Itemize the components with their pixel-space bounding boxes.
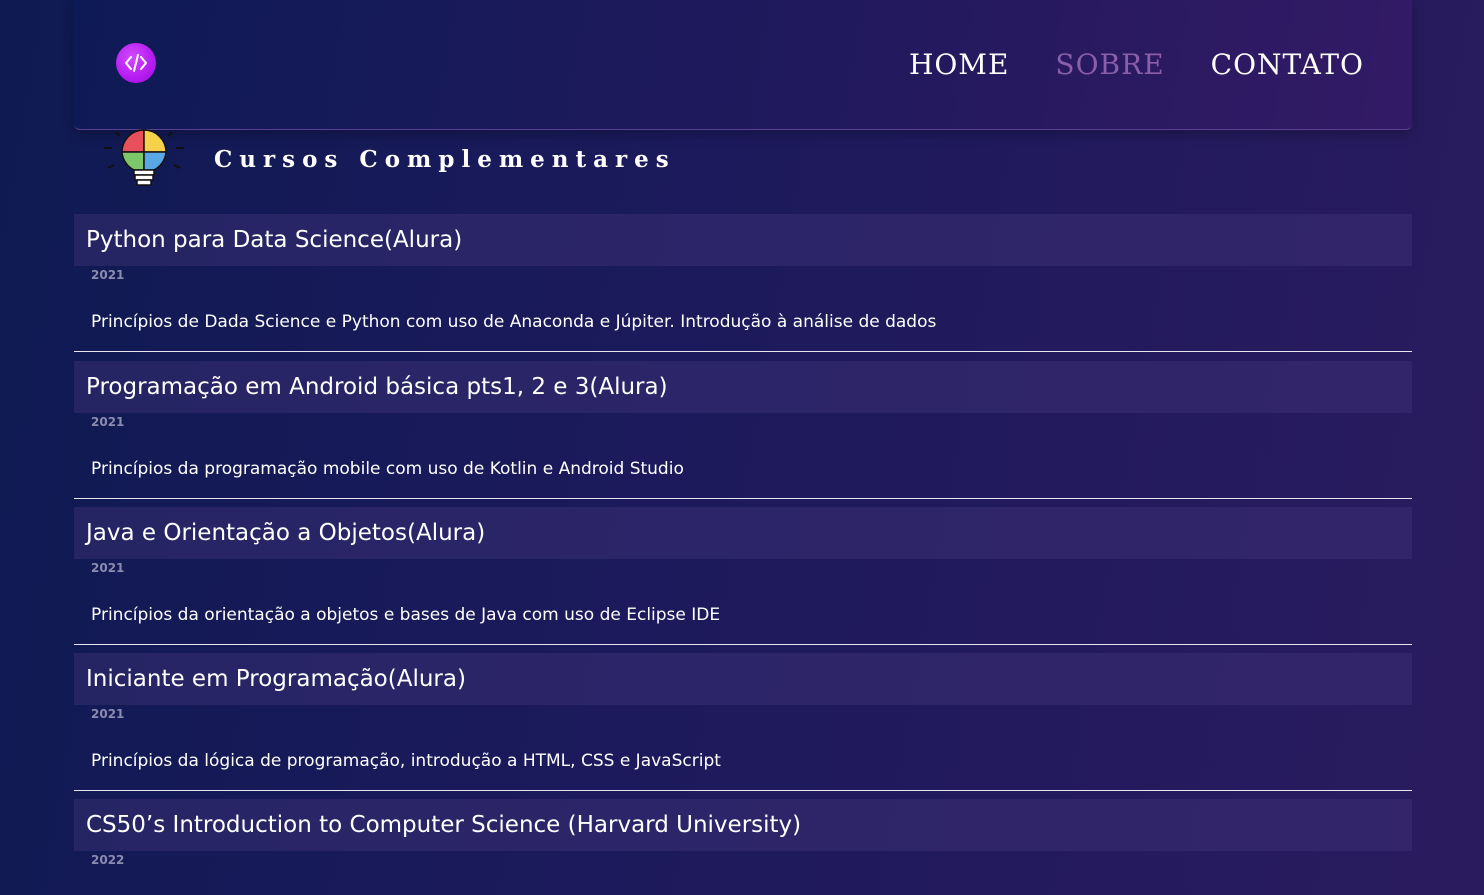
course-item: Python para Data Science(Alura) 2021 Pri… [74,214,1412,332]
course-title: Java e Orientação a Objetos(Alura) [86,520,486,546]
course-title-bar: Java e Orientação a Objetos(Alura) [74,507,1412,559]
course-item: Java e Orientação a Objetos(Alura) 2021 … [74,507,1412,625]
course-title: Programação em Android básica pts1, 2 e … [86,374,668,400]
divider [74,644,1412,645]
logo[interactable] [116,43,156,83]
course-title-bar: Programação em Android básica pts1, 2 e … [74,361,1412,413]
nav-home-link[interactable]: HOME [909,48,1009,81]
course-description: Princípios da lógica de programação, int… [91,751,721,771]
course-title: Iniciante em Programação(Alura) [86,666,466,692]
course-year: 2022 [91,853,125,867]
course-description: Princípios da orientação a objetos e bas… [91,605,721,625]
nav-sobre-link[interactable]: SOBRE [1055,48,1164,81]
course-year: 2021 [91,268,125,282]
course-title-bar: Python para Data Science(Alura) [74,214,1412,266]
header: HOME SOBRE CONTATO [74,0,1412,130]
course-title-bar: Iniciante em Programação(Alura) [74,653,1412,705]
course-year: 2021 [91,707,125,721]
course-item: CS50’s Introduction to Computer Science … [74,799,1412,869]
course-title: CS50’s Introduction to Computer Science … [86,812,802,838]
main-nav: HOME SOBRE CONTATO [909,48,1364,81]
course-year: 2021 [91,415,125,429]
lightbulb-puzzle-icon [104,129,184,186]
code-icon [125,54,147,72]
divider [74,498,1412,499]
course-title: Python para Data Science(Alura) [86,227,463,253]
course-year: 2021 [91,561,125,575]
course-item: Iniciante em Programação(Alura) 2021 Pri… [74,653,1412,771]
section-title: Cursos Complementares [214,145,676,173]
divider [74,790,1412,791]
course-description: Princípios de Dada Science e Python com … [91,312,937,332]
course-title-bar: CS50’s Introduction to Computer Science … [74,799,1412,851]
course-item: Programação em Android básica pts1, 2 e … [74,361,1412,479]
course-description: Princípios da programação mobile com uso… [91,459,684,479]
divider [74,351,1412,352]
nav-contato-link[interactable]: CONTATO [1211,48,1364,81]
section-header: Cursos Complementares [102,124,676,194]
